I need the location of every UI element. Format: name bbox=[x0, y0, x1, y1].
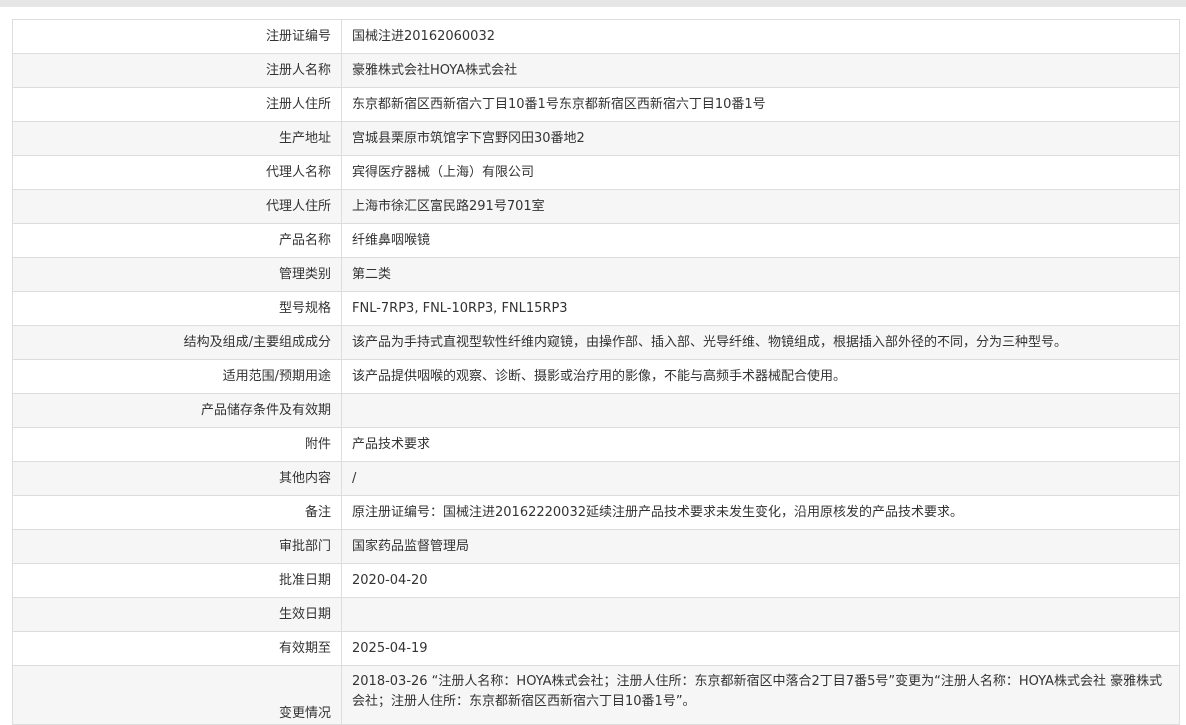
value-registrant-name: 豪雅株式会社HOYA株式会社 bbox=[341, 53, 1180, 88]
row-approval-department: 审批部门 国家药品监督管理局 bbox=[12, 529, 1180, 564]
label-effective-date: 生效日期 bbox=[12, 597, 342, 632]
registration-detail-panel: 注册证编号 国械注进20162060032 注册人名称 豪雅株式会社HOYA株式… bbox=[12, 19, 1180, 725]
row-other-content: 其他内容 / bbox=[12, 461, 1180, 496]
value-structure-composition: 该产品为手持式直视型软性纤维内窥镜，由操作部、插入部、光导纤维、物镜组成，根据插… bbox=[341, 325, 1180, 360]
value-agent-address: 上海市徐汇区富民路291号701室 bbox=[341, 189, 1180, 224]
top-scroll-strip bbox=[0, 0, 1186, 7]
label-approval-department: 审批部门 bbox=[12, 529, 342, 564]
row-storage-validity: 产品储存条件及有效期 bbox=[12, 393, 1180, 428]
label-management-category: 管理类别 bbox=[12, 257, 342, 292]
row-management-category: 管理类别 第二类 bbox=[12, 257, 1180, 292]
value-registrant-address: 东京都新宿区西新宿六丁目10番1号东京都新宿区西新宿六丁目10番1号 bbox=[341, 87, 1180, 122]
label-product-name: 产品名称 bbox=[12, 223, 342, 258]
value-product-name: 纤维鼻咽喉镜 bbox=[341, 223, 1180, 258]
label-structure-composition: 结构及组成/主要组成成分 bbox=[12, 325, 342, 360]
row-registration-number: 注册证编号 国械注进20162060032 bbox=[12, 19, 1180, 54]
row-registrant-address: 注册人住所 东京都新宿区西新宿六丁目10番1号东京都新宿区西新宿六丁目10番1号 bbox=[12, 87, 1180, 122]
value-other-content: / bbox=[341, 461, 1180, 496]
label-production-address: 生产地址 bbox=[12, 121, 342, 156]
value-model-spec: FNL-7RP3, FNL-10RP3, FNL15RP3 bbox=[341, 291, 1180, 326]
label-attachment: 附件 bbox=[12, 427, 342, 462]
label-remarks: 备注 bbox=[12, 495, 342, 530]
label-registrant-name: 注册人名称 bbox=[12, 53, 342, 88]
label-valid-until: 有效期至 bbox=[12, 631, 342, 666]
label-agent-address: 代理人住所 bbox=[12, 189, 342, 224]
value-approval-department: 国家药品监督管理局 bbox=[341, 529, 1180, 564]
label-registration-number: 注册证编号 bbox=[12, 19, 342, 54]
row-effective-date: 生效日期 bbox=[12, 597, 1180, 632]
row-agent-name: 代理人名称 宾得医疗器械（上海）有限公司 bbox=[12, 155, 1180, 190]
value-management-category: 第二类 bbox=[341, 257, 1180, 292]
row-remarks: 备注 原注册证编号：国械注进20162220032延续注册产品技术要求未发生变化… bbox=[12, 495, 1180, 530]
row-intended-use: 适用范围/预期用途 该产品提供咽喉的观察、诊断、摄影或治疗用的影像，不能与高频手… bbox=[12, 359, 1180, 394]
value-approval-date: 2020-04-20 bbox=[341, 563, 1180, 598]
row-valid-until: 有效期至 2025-04-19 bbox=[12, 631, 1180, 666]
row-structure-composition: 结构及组成/主要组成成分 该产品为手持式直视型软性纤维内窥镜，由操作部、插入部、… bbox=[12, 325, 1180, 360]
label-other-content: 其他内容 bbox=[12, 461, 342, 496]
label-intended-use: 适用范围/预期用途 bbox=[12, 359, 342, 394]
label-registrant-address: 注册人住所 bbox=[12, 87, 342, 122]
value-valid-until: 2025-04-19 bbox=[341, 631, 1180, 666]
row-approval-date: 批准日期 2020-04-20 bbox=[12, 563, 1180, 598]
value-attachment: 产品技术要求 bbox=[341, 427, 1180, 462]
label-approval-date: 批准日期 bbox=[12, 563, 342, 598]
row-product-name: 产品名称 纤维鼻咽喉镜 bbox=[12, 223, 1180, 258]
value-effective-date bbox=[341, 597, 1180, 632]
value-remarks: 原注册证编号：国械注进20162220032延续注册产品技术要求未发生变化，沿用… bbox=[341, 495, 1180, 530]
row-model-spec: 型号规格 FNL-7RP3, FNL-10RP3, FNL15RP3 bbox=[12, 291, 1180, 326]
registration-detail-table: 注册证编号 国械注进20162060032 注册人名称 豪雅株式会社HOYA株式… bbox=[12, 19, 1180, 725]
value-storage-validity bbox=[341, 393, 1180, 428]
row-production-address: 生产地址 宫城县栗原市筑馆字下宫野冈田30番地2 bbox=[12, 121, 1180, 156]
value-intended-use: 该产品提供咽喉的观察、诊断、摄影或治疗用的影像，不能与高频手术器械配合使用。 bbox=[341, 359, 1180, 394]
value-agent-name: 宾得医疗器械（上海）有限公司 bbox=[341, 155, 1180, 190]
label-model-spec: 型号规格 bbox=[12, 291, 342, 326]
value-production-address: 宫城县栗原市筑馆字下宫野冈田30番地2 bbox=[341, 121, 1180, 156]
row-registrant-name: 注册人名称 豪雅株式会社HOYA株式会社 bbox=[12, 53, 1180, 88]
value-registration-number: 国械注进20162060032 bbox=[341, 19, 1180, 54]
row-agent-address: 代理人住所 上海市徐汇区富民路291号701室 bbox=[12, 189, 1180, 224]
label-agent-name: 代理人名称 bbox=[12, 155, 342, 190]
label-storage-validity: 产品储存条件及有效期 bbox=[12, 393, 342, 428]
row-attachment: 附件 产品技术要求 bbox=[12, 427, 1180, 462]
